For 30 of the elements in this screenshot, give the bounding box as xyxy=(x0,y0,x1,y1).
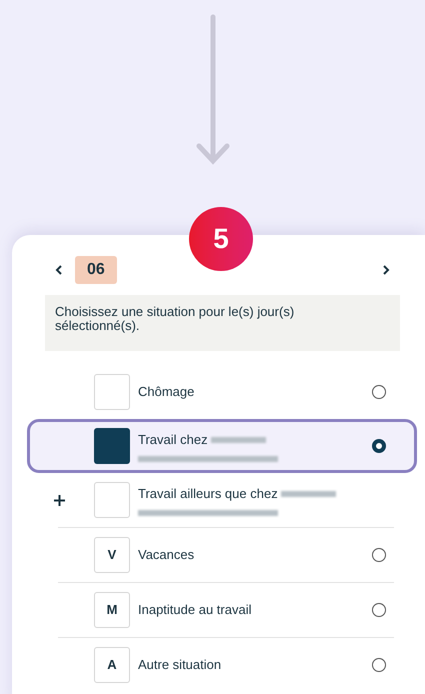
option-label: Chômage xyxy=(138,383,194,402)
situation-option[interactable]: M Inaptitude au travail xyxy=(27,587,417,633)
chevron-left-icon[interactable] xyxy=(55,265,63,275)
plus-icon[interactable] xyxy=(53,494,66,506)
code-box: V xyxy=(94,537,130,573)
situation-option[interactable]: Travail chez xyxy=(27,419,417,473)
option-label: Vacances xyxy=(138,546,194,564)
option-label: Autre situation xyxy=(138,656,222,674)
code-box xyxy=(94,482,130,518)
code-box xyxy=(94,374,130,410)
step-badge: 5 xyxy=(189,207,253,271)
radio-button[interactable] xyxy=(372,385,386,399)
situation-option[interactable]: Travail ailleurs que chez xyxy=(27,477,417,523)
code-box xyxy=(94,428,130,464)
option-label: Inaptitude au travail xyxy=(138,601,252,620)
situation-option[interactable]: A Autre situation xyxy=(27,642,417,688)
instruction-text: Choisissez une situation pour le(s) jour(s) sélectionné(s). xyxy=(55,305,296,333)
radio-button[interactable] xyxy=(372,548,386,562)
option-label: Travail ailleurs que chez xyxy=(138,485,278,504)
situation-option[interactable]: Chômage xyxy=(27,369,417,415)
day-label: 06 xyxy=(75,256,117,284)
code-box: A xyxy=(94,647,130,683)
radio-button[interactable] xyxy=(372,439,386,453)
situation-option[interactable]: V Vacances xyxy=(27,532,417,578)
code-box: M xyxy=(94,592,130,628)
down-arrow-icon xyxy=(196,14,230,166)
radio-button[interactable] xyxy=(372,603,386,617)
option-label: Travail chez xyxy=(138,431,208,450)
chevron-right-icon[interactable] xyxy=(382,265,390,275)
radio-button[interactable] xyxy=(372,658,386,672)
